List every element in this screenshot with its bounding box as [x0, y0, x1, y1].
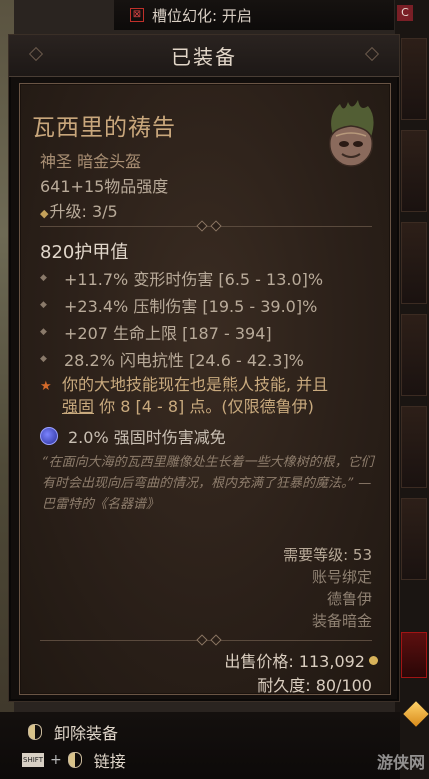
close-icon[interactable]: C [397, 5, 413, 21]
gold-coin-icon [369, 655, 378, 665]
affix-row: ◆ +23.4% 压制伤害 [19.5 - 39.0]% [40, 293, 317, 317]
level-requirement: 需要等级: 53 [283, 546, 372, 564]
aspect-gem-icon [40, 427, 58, 445]
legendary-line1: 你的大地技能现在也是熊人技能, 并且 [62, 375, 329, 394]
affix-bullet-icon: ◆ [40, 300, 47, 310]
fortify-keyword-link[interactable]: 强固 [62, 397, 94, 416]
shift-key-icon: SHIFT [22, 753, 44, 767]
affix-text: 28.2% 闪电抗性 [24.6 - 42.3]% [64, 351, 304, 370]
tooltip-title: 已装备 [171, 45, 237, 69]
affix-bullet-icon: ◆ [40, 327, 47, 337]
helm-icon [329, 100, 374, 167]
affix-row: ◆ +207 生命上限 [187 - 394] [40, 320, 272, 344]
divider [40, 634, 372, 646]
sell-price-text: 出售价格: 113,092 [224, 652, 365, 671]
affix-text: +207 生命上限 [187 - 394] [64, 324, 272, 343]
flavor-text: “在面向大海的瓦西里雕像处生长着一些大橡树的根，它们有时会出现向后弯曲的情况，根… [42, 455, 374, 512]
divider [40, 220, 372, 232]
class-requirement: 德鲁伊 [326, 590, 372, 608]
equip-slot[interactable] [401, 130, 427, 212]
affix-row: ◆ +11.7% 变形时伤害 [6.5 - 13.0]% [40, 266, 323, 290]
watermark: 游侠网 [376, 753, 425, 772]
unequip-label: 卸除装备 [54, 724, 119, 743]
aspect-text: 2.0% 强固时伤害减免 [68, 428, 226, 447]
equip-slot[interactable] [401, 222, 427, 304]
divider-ornament-icon [196, 220, 208, 232]
inventory-sidebar: C [395, 0, 429, 779]
sell-price: 出售价格: 113,092 [224, 648, 378, 672]
affix-bullet-icon: ◆ [40, 354, 47, 364]
legendary-line2-rest: 你 8 [4 - 8] 点。(仅限德鲁伊) [94, 397, 314, 416]
affix-text: +23.4% 压制伤害 [19.5 - 39.0]% [64, 297, 318, 316]
link-label: 链接 [93, 752, 126, 771]
armor-value: 820护甲值 [40, 242, 129, 263]
item-type: 神圣 暗金头盔 [40, 152, 142, 171]
link-action[interactable]: SHIFT + 链接 [22, 748, 126, 772]
item-upgrade: ◆升级: 3/5 [40, 198, 118, 222]
corner-ornament-icon [364, 46, 380, 62]
item-power: 641+15物品强度 [40, 177, 169, 196]
action-bar: 卸除装备 SHIFT + 链接 [0, 712, 400, 779]
item-slot-label: 装备暗金 [311, 612, 372, 630]
mouse-left-click-icon [67, 752, 82, 768]
divider-ornament-icon [210, 634, 222, 646]
affix-bullet-icon: ◆ [40, 273, 47, 283]
durability: 耐久度: 80/100 [257, 676, 372, 695]
gem-icon [403, 701, 429, 727]
upgrade-diamond-icon: ◆ [40, 207, 49, 220]
plus-icon: + [50, 752, 62, 768]
transmog-label: 槽位幻化: 开启 [152, 6, 252, 25]
equip-slot-highlighted[interactable] [401, 632, 427, 678]
transmog-icon: ⊠ [130, 8, 144, 22]
item-tooltip: 已装备 瓦西里的祷告 神圣 暗金头盔 641+15物品强度 ◆升级: 3/5 8… [8, 34, 400, 702]
equip-slot[interactable] [401, 498, 427, 580]
equip-slot[interactable] [401, 38, 427, 120]
divider-ornament-icon [210, 220, 222, 232]
mouse-right-click-icon [28, 724, 42, 740]
upgrade-label: 升级: 3/5 [49, 202, 118, 221]
tooltip-header: 已装备 [9, 35, 399, 77]
legendary-line2: 强固 你 8 [4 - 8] 点。(仅限德鲁伊) [40, 396, 380, 418]
equip-slot[interactable] [401, 406, 427, 488]
unequip-action[interactable]: 卸除装备 [28, 720, 118, 744]
account-bound: 账号绑定 [311, 568, 372, 586]
legendary-star-icon: ★ [40, 379, 52, 394]
aspect-row: 2.0% 强固时伤害减免 [40, 424, 226, 448]
item-name: 瓦西里的祷告 [32, 115, 176, 141]
affix-text: +11.7% 变形时伤害 [6.5 - 13.0]% [64, 270, 324, 289]
equip-slot[interactable] [401, 314, 427, 396]
corner-ornament-icon [28, 46, 44, 62]
legendary-power: ★ 你的大地技能现在也是熊人技能, 并且 强固 你 8 [4 - 8] 点。(仅… [40, 374, 380, 418]
transmog-toggle[interactable]: ⊠ 槽位幻化: 开启 [114, 0, 394, 30]
divider-ornament-icon [196, 634, 208, 646]
affix-row: ◆ 28.2% 闪电抗性 [24.6 - 42.3]% [40, 347, 304, 371]
item-card: 瓦西里的祷告 神圣 暗金头盔 641+15物品强度 ◆升级: 3/5 820护甲… [19, 83, 391, 695]
